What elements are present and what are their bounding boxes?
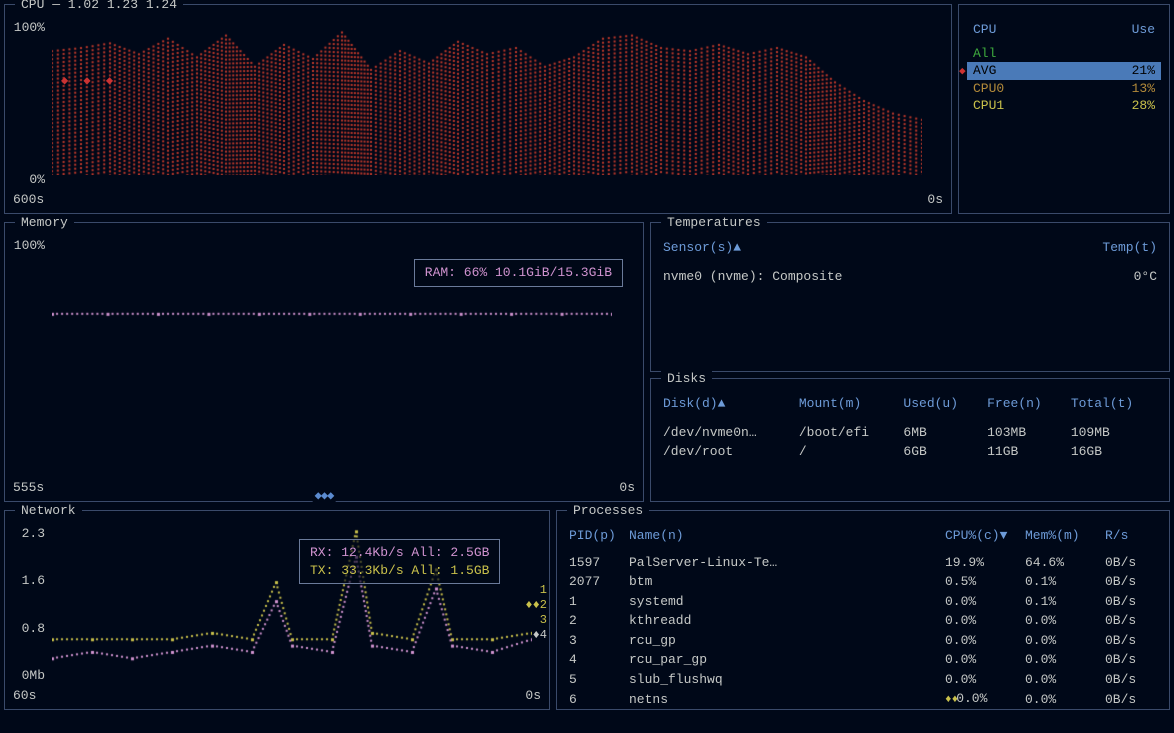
temp-row[interactable]: nvme0 (nvme): Composite 0°C: [659, 267, 1161, 287]
cpu-row-avg[interactable]: ◆ AVG 21%: [967, 62, 1161, 80]
disk-col-total[interactable]: Total(t): [1067, 395, 1161, 417]
proc-row[interactable]: 6netns♦♦0.0%0.0%0B/s: [565, 689, 1161, 709]
proc-row[interactable]: 5slub_flushwq0.0%0.0%0B/s: [565, 670, 1161, 690]
network-x-axis: 60s 0s: [13, 687, 541, 705]
proc-col-cpu[interactable]: CPU%(c)▼: [941, 527, 1021, 549]
cpu-y-axis: 100% 0%: [13, 19, 45, 189]
proc-row[interactable]: 3rcu_gp0.0%0.0%0B/s: [565, 631, 1161, 651]
proc-col-pid[interactable]: PID(p): [565, 527, 625, 549]
memory-legend: RAM: 66% 10.1GiB/15.3GiB: [414, 259, 623, 287]
cpu-col-cpu[interactable]: CPU: [973, 21, 996, 39]
network-y-axis: 2.3 1.6 0.8 0Mb: [13, 525, 45, 685]
proc-row[interactable]: 1systemd0.0%0.1%0B/s: [565, 592, 1161, 612]
cpu-row-all[interactable]: All: [967, 45, 1161, 63]
proc-col-name[interactable]: Name(n): [625, 527, 941, 549]
proc-row[interactable]: 1597PalServer-Linux-Te…19.9%64.6%0B/s: [565, 553, 1161, 573]
disk-header-row: Disk(d)▲ Mount(m) Used(u) Free(n) Total(…: [659, 395, 1161, 417]
disk-col-free[interactable]: Free(n): [983, 395, 1067, 417]
temp-col-sensor[interactable]: Sensor(s)▲: [659, 239, 1035, 261]
cpu-graph-area: [51, 19, 941, 189]
cpu-row-cpu1[interactable]: CPU1 28%: [967, 97, 1161, 115]
disk-col-mount[interactable]: Mount(m): [795, 395, 900, 417]
proc-row[interactable]: 2077btm0.5%0.1%0B/s: [565, 572, 1161, 592]
proc-row[interactable]: 4rcu_par_gp0.0%0.0%0B/s: [565, 650, 1161, 670]
proc-row[interactable]: 2kthreadd0.0%0.0%0B/s: [565, 611, 1161, 631]
memory-panel-title: Memory: [15, 214, 74, 232]
cpu-row-cpu0[interactable]: CPU0 13%: [967, 80, 1161, 98]
cpu-graph-panel[interactable]: CPU — 1.02 1.23 1.24 100% 0% ◆ ◆ ◆ 600s …: [4, 4, 952, 214]
disk-col-used[interactable]: Used(u): [899, 395, 983, 417]
proc-header-row: PID(p) Name(n) CPU%(c)▼ Mem%(m) R/s: [565, 527, 1161, 549]
processes-title: Processes: [567, 502, 649, 520]
memory-y-axis: 100%: [13, 237, 45, 477]
proc-col-rs[interactable]: R/s: [1101, 527, 1161, 549]
cpu-event-markers: ◆ ◆ ◆: [61, 73, 117, 89]
cpu-table-header: CPU Use: [967, 21, 1161, 39]
disk-col-disk[interactable]: Disk(d)▲: [659, 395, 795, 417]
network-markers: 1 ♦♦2 3 ♦4: [525, 583, 547, 643]
temp-col-temp[interactable]: Temp(t): [1035, 239, 1161, 261]
network-legend: RX: 12.4Kb/s All: 2.5GB TX: 33.3Kb/s All…: [299, 539, 500, 584]
temperatures-panel[interactable]: Temperatures Sensor(s)▲ Temp(t) nvme0 (n…: [650, 222, 1170, 372]
cpu-table-panel[interactable]: CPU Use All ◆ AVG 21% CPU0 13% CPU1 28%: [958, 4, 1170, 214]
temp-header-row: Sensor(s)▲ Temp(t): [659, 239, 1161, 261]
disks-title: Disks: [661, 370, 712, 388]
proc-col-mem[interactable]: Mem%(m): [1021, 527, 1101, 549]
network-panel[interactable]: Network 2.3 1.6 0.8 0Mb RX: 12.4Kb/s All…: [4, 510, 550, 710]
cpu-panel-title: CPU — 1.02 1.23 1.24: [15, 0, 183, 14]
cpu-x-axis: 600s 0s: [13, 191, 943, 209]
processes-panel[interactable]: Processes PID(p) Name(n) CPU%(c)▼ Mem%(m…: [556, 510, 1170, 710]
network-title: Network: [15, 502, 82, 520]
disk-row[interactable]: /dev/nvme0n…/boot/efi6MB103MB109MB: [659, 423, 1161, 443]
cpu-col-use[interactable]: Use: [1132, 21, 1155, 39]
disks-panel[interactable]: Disks Disk(d)▲ Mount(m) Used(u) Free(n) …: [650, 378, 1170, 502]
disk-row[interactable]: /dev/root/6GB11GB16GB: [659, 442, 1161, 462]
temperatures-title: Temperatures: [661, 214, 767, 232]
resize-handle-icon[interactable]: ◆◆◆: [313, 488, 336, 504]
diamond-icon: ◆: [959, 65, 966, 80]
memory-panel[interactable]: Memory 100% RAM: 66% 10.1GiB/15.3GiB 555…: [4, 222, 644, 502]
